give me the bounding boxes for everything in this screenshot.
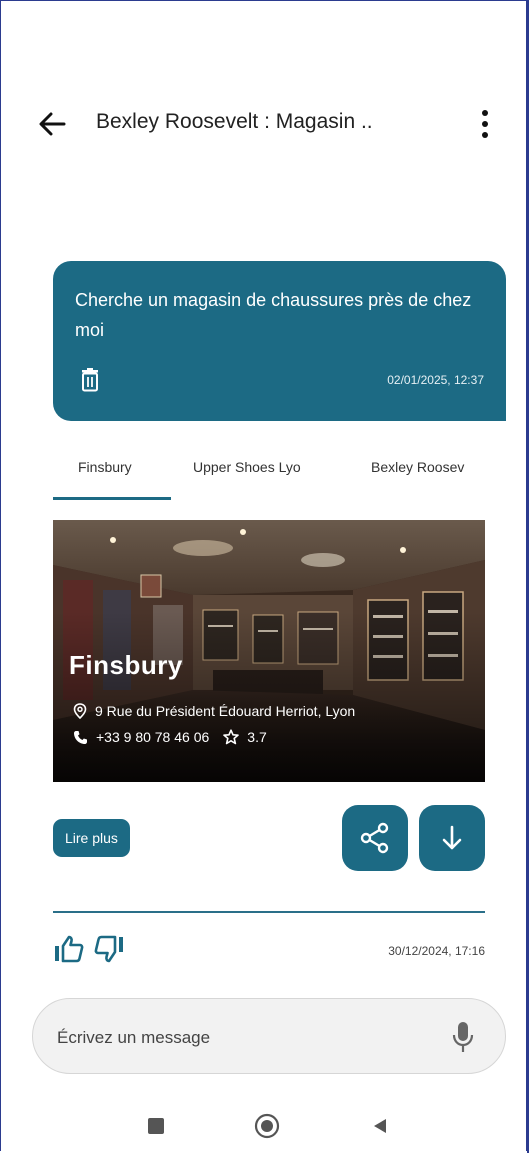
tab-upper-shoes[interactable]: Upper Shoes Lyo: [193, 459, 301, 475]
share-icon: [360, 822, 389, 854]
tab-bexley-roosevelt[interactable]: Bexley Roosev: [371, 459, 464, 475]
location-pin-icon: [73, 703, 87, 719]
triangle-back-icon: [374, 1119, 386, 1133]
page-title: Bexley Roosevelt : Magasin ..: [96, 110, 373, 133]
reply-timestamp: 30/12/2024, 17:16: [388, 944, 485, 958]
thumbs-down-icon: [94, 935, 123, 963]
tab-finsbury[interactable]: Finsbury: [78, 459, 132, 475]
message-composer: [32, 998, 506, 1074]
read-more-button[interactable]: Lire plus: [53, 819, 130, 857]
delete-query-button[interactable]: [80, 368, 100, 392]
store-address: 9 Rue du Président Édouard Herriot, Lyon: [73, 703, 355, 719]
arrow-down-icon: [442, 825, 462, 850]
more-options-button[interactable]: [476, 106, 494, 142]
dislike-button[interactable]: [93, 933, 125, 965]
download-button[interactable]: [419, 805, 485, 871]
store-rating: 3.7: [247, 729, 267, 745]
thumbs-up-icon: [55, 935, 84, 963]
recent-apps-button[interactable]: [148, 1118, 164, 1134]
phone-icon: [74, 730, 87, 744]
query-text: Cherche un magasin de chaussures près de…: [75, 290, 472, 340]
share-button[interactable]: [342, 805, 408, 871]
store-tabs: Finsbury Upper Shoes Lyo Bexley Roosev: [53, 455, 485, 501]
store-address-text: 9 Rue du Président Édouard Herriot, Lyon: [95, 703, 356, 719]
star-icon: [223, 729, 240, 745]
system-back-button[interactable]: [370, 1116, 390, 1136]
store-contact: +33 9 80 78 46 06 3.7: [73, 729, 267, 745]
message-input[interactable]: [55, 1021, 439, 1055]
active-tab-indicator: [53, 497, 171, 500]
home-circle-icon: [254, 1113, 280, 1139]
message-divider: [53, 911, 485, 913]
like-button[interactable]: [53, 933, 85, 965]
app-header: Bexley Roosevelt : Magasin ..: [30, 104, 500, 144]
user-query-bubble: Cherche un magasin de chaussures près de…: [53, 261, 506, 421]
home-button[interactable]: [254, 1113, 280, 1139]
store-card[interactable]: Finsbury 9 Rue du Président Édouard Herr…: [53, 520, 485, 782]
back-button[interactable]: [36, 108, 68, 140]
query-timestamp: 02/01/2025, 12:37: [387, 373, 484, 387]
microphone-icon: [452, 1022, 474, 1052]
voice-input-button[interactable]: [451, 1019, 475, 1055]
trash-icon: [82, 368, 98, 392]
store-name: Finsbury: [69, 650, 183, 680]
arrow-left-icon: [39, 112, 66, 136]
store-phone: +33 9 80 78 46 06: [96, 729, 210, 745]
